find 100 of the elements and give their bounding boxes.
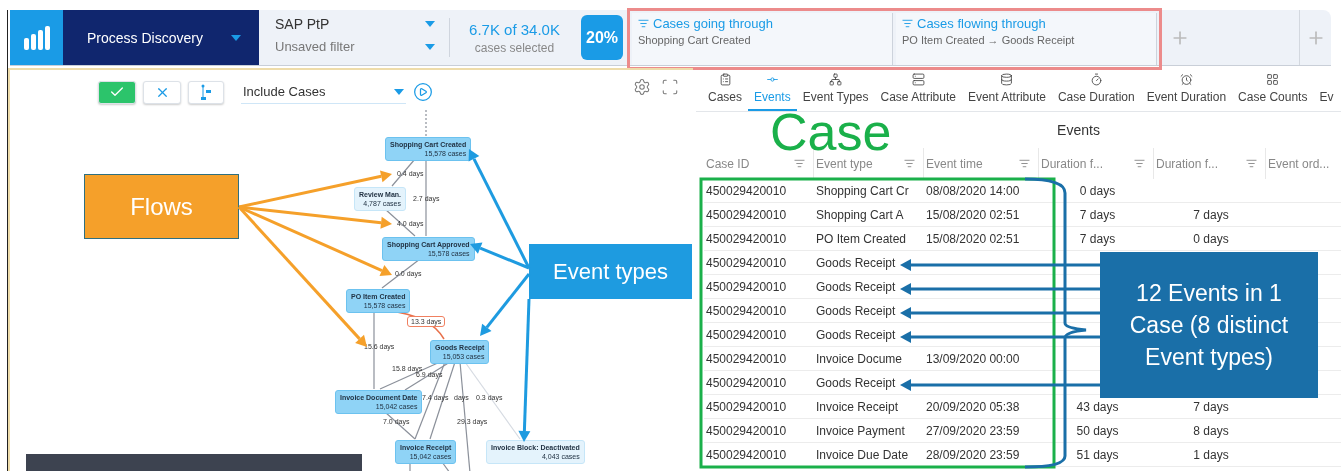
filter-icon[interactable] — [794, 158, 805, 169]
table-cell: 08/08/2020 14:00 — [926, 183, 1020, 198]
table-cell: Goods Receipt — [816, 255, 896, 270]
table-cell: 450029420010 — [706, 399, 787, 414]
table-cell: 450029420010 — [706, 303, 787, 318]
view-tab[interactable]: Case Counts — [1232, 68, 1314, 111]
table-cell: 13/09/2020 00:00 — [926, 351, 1020, 366]
view-tab[interactable]: Cases — [702, 68, 748, 111]
server-icon — [911, 73, 925, 86]
table-cell: Goods Receipt — [816, 279, 896, 294]
filter-icon[interactable] — [1134, 158, 1145, 169]
table-cell: 0 days — [1193, 231, 1229, 246]
event-types-callout: Event types — [529, 244, 692, 299]
confirm-button[interactable] — [98, 80, 136, 104]
table-cell: 8 days — [1193, 423, 1229, 438]
filter-title: Cases flowing through — [917, 16, 1046, 31]
filter-detail: Shopping Cart Created — [638, 34, 752, 46]
module-selector[interactable]: Process Discovery — [63, 10, 259, 65]
network-icon — [829, 73, 843, 86]
filter-icon[interactable] — [1019, 158, 1030, 169]
column-header[interactable]: Duration f... — [1154, 148, 1266, 179]
flow-line — [441, 461, 451, 471]
table-cell: 450029420010 — [706, 447, 787, 462]
table-cell: 15/08/2020 02:51 — [926, 207, 1020, 222]
flow-line — [425, 109, 427, 137]
grid-icon — [1266, 73, 1280, 86]
column-header[interactable]: Event time — [924, 148, 1039, 179]
flow-button[interactable] — [188, 80, 224, 104]
table-cell: Invoice Receipt — [816, 399, 899, 414]
table-cell: PO Item Created — [816, 231, 907, 246]
table-cell: 450029420010 — [706, 423, 787, 438]
table-cell: Invoice Payment — [816, 423, 905, 438]
view-tab[interactable]: Ev — [1313, 68, 1340, 111]
table-cell: 450029420010 — [706, 207, 787, 222]
table-cell: 20/09/2020 05:38 — [926, 399, 1020, 414]
filter-icon — [902, 18, 913, 29]
flows-callout: Flows — [84, 174, 239, 239]
table-cell: 0 days — [1079, 183, 1116, 198]
database-icon — [1000, 73, 1014, 86]
alarm-clock-icon — [1179, 73, 1193, 86]
table-cell: 450029420010 — [706, 351, 787, 366]
filter-chip[interactable]: Cases flowing through PO Item Created → Goods Receipt — [896, 13, 1157, 65]
settings-icon[interactable] — [633, 78, 651, 96]
table-cell: 7 days — [1079, 207, 1116, 222]
timer-icon — [1089, 73, 1103, 86]
table-cell: Shopping Cart Cr — [816, 183, 909, 198]
selection-count: 6.7K of 34.0K — [469, 20, 560, 38]
column-header[interactable]: Event ord... — [1266, 148, 1341, 179]
filter-title: Cases going through — [653, 16, 773, 31]
table-cell: 7 days — [1193, 399, 1229, 414]
table-cell: 50 days — [1076, 423, 1119, 438]
fullscreen-icon[interactable] — [661, 78, 679, 96]
filter-icon[interactable] — [1246, 158, 1257, 169]
filter-detail: PO Item Created → Goods Receipt — [902, 34, 1076, 46]
table-cell: 7 days — [1193, 207, 1229, 222]
flow-line — [409, 461, 411, 471]
column-header[interactable]: Duration f... — [1039, 148, 1154, 179]
case-annotation: Case — [770, 114, 892, 150]
filter-name[interactable]: Unsaved filter — [275, 39, 355, 54]
table-cell: Invoice Docume — [816, 351, 903, 366]
table-cell: 27/09/2020 23:59 — [926, 423, 1020, 438]
flow-icon — [200, 84, 212, 100]
table-cell: Invoice Due Date — [816, 447, 909, 462]
filter-icon[interactable] — [904, 158, 915, 169]
table-cell: 450029420010 — [706, 255, 787, 270]
table-cell: 1 days — [1193, 447, 1229, 462]
table-cell: 15/08/2020 02:51 — [926, 231, 1020, 246]
view-tab[interactable]: Case Attribute — [874, 68, 962, 111]
view-tab[interactable]: Event Duration — [1140, 68, 1233, 111]
table-cell: 450029420010 — [706, 279, 787, 294]
dataset-name[interactable]: SAP PtP — [275, 16, 330, 32]
view-tab[interactable]: Event Attribute — [961, 68, 1052, 111]
summary-callout: 12 Events in 1 Case (8 distinct Event types) — [1100, 252, 1318, 398]
filter-chip[interactable]: Cases going through Shopping Cart Created — [632, 13, 893, 65]
table-cell: 450029420010 — [706, 327, 787, 342]
share-badge: 20% — [581, 15, 623, 60]
table-cell: Goods Receipt — [816, 327, 896, 342]
table-cell: Goods Receipt — [816, 375, 896, 390]
flow-line — [381, 258, 421, 289]
table-cell: 7 days — [1079, 231, 1116, 246]
table-cell: 450029420010 — [706, 183, 787, 198]
caret-icon[interactable] — [425, 43, 435, 50]
view-tab[interactable]: Event Types — [796, 68, 875, 111]
clipboard-icon — [718, 73, 732, 86]
table-cell: 43 days — [1076, 399, 1119, 414]
table-cell: 51 days — [1076, 447, 1119, 462]
filter-icon — [638, 18, 649, 29]
view-tab[interactable]: Case Duration — [1051, 68, 1141, 111]
caret-icon[interactable] — [425, 21, 435, 27]
play-icon[interactable] — [413, 82, 433, 102]
table-cell: 28/09/2020 23:59 — [926, 447, 1020, 462]
cancel-button[interactable] — [143, 80, 181, 104]
logo-icon[interactable] — [10, 10, 63, 65]
selection-caption: cases selected — [474, 40, 555, 55]
table-cell: 450029420010 — [706, 231, 787, 246]
table-cell: 450029420010 — [706, 375, 787, 390]
mode-dropdown[interactable]: Include Cases — [241, 80, 406, 104]
table-title: Events — [1057, 122, 1100, 138]
table-cell: Shopping Cart A — [816, 207, 904, 222]
table-cell: Goods Receipt — [816, 303, 896, 318]
